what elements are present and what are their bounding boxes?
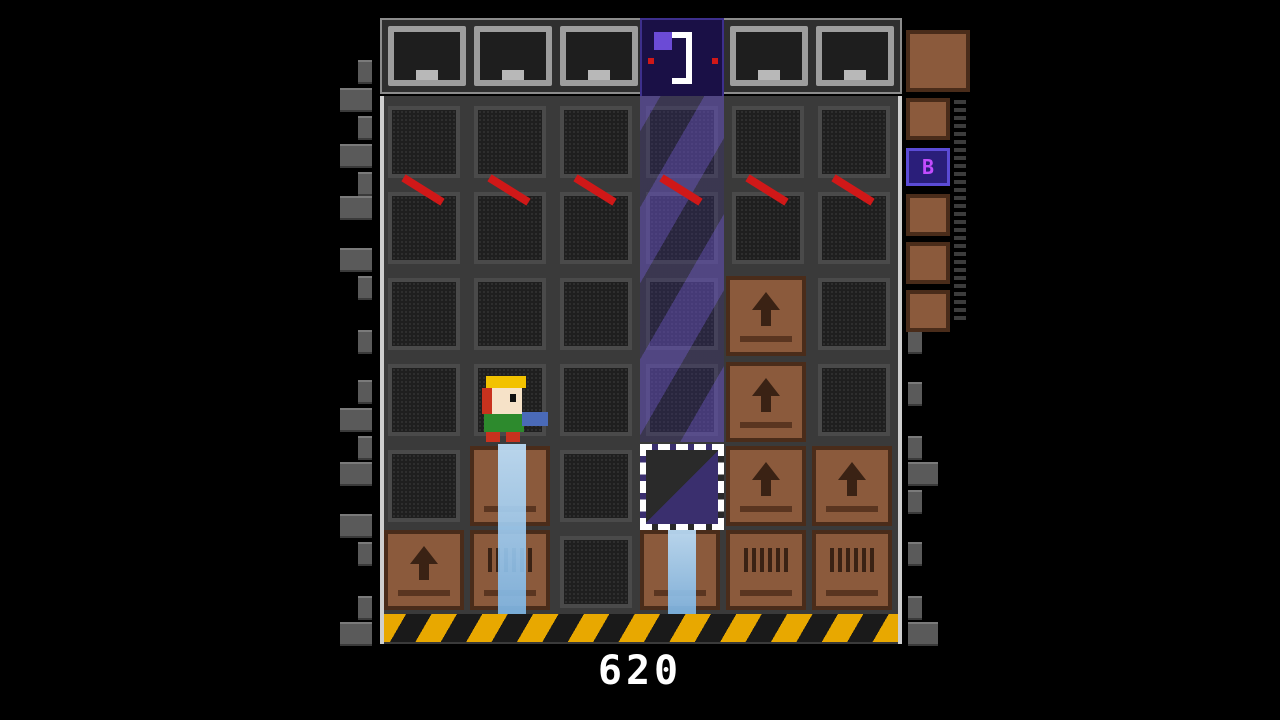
crate-block [812,530,892,610]
hazard-floor [384,614,898,642]
board-cell [560,450,632,522]
meter-tick [954,148,966,152]
meter-tick [954,164,966,168]
board-cell [560,364,632,436]
queue-crate [906,194,950,236]
barcode-icon [830,548,874,572]
meter-tick [954,140,966,144]
barcode-icon [744,548,788,572]
crate-block [812,446,892,526]
board-cell [388,278,460,350]
meter-tick [954,108,966,112]
meter-tick [954,172,966,176]
meter-tick [954,276,966,280]
meter-tick [954,100,966,104]
board-cell [388,192,460,264]
dispenser-pipe [730,26,808,86]
meter-tick [954,212,966,216]
crate-block [726,362,806,442]
queue-crate-large [906,30,970,92]
meter-tick [954,228,966,232]
meter-tick [954,316,966,320]
board-cell [560,278,632,350]
meter-tick [954,132,966,136]
board-cell [388,364,460,436]
crate-block [726,446,806,526]
meter-tick [954,196,966,200]
meter-tick [954,204,966,208]
board-cell [560,536,632,608]
board-cell [818,192,890,264]
meter-tick [954,284,966,288]
board-cell [732,106,804,178]
queue-crate [906,98,950,140]
board-cell [560,192,632,264]
meter-tick [954,244,966,248]
drop-beam [640,96,724,442]
board-cell [818,364,890,436]
board-cell [732,192,804,264]
board-cell [474,192,546,264]
meter-tick [954,252,966,256]
board-cell [818,106,890,178]
dispenser-pipe [474,26,552,86]
crate-block [726,276,806,356]
board-cell [818,278,890,350]
meter-tick [954,268,966,272]
player-character-icon [476,376,552,444]
crate-block [726,530,806,610]
board-cell [388,450,460,522]
crate-block [384,530,464,610]
board-cell [474,278,546,350]
board-cell [474,106,546,178]
queue-crate [906,290,950,332]
dispenser-pipe [816,26,894,86]
water-stream [498,444,526,614]
dispenser-pipe [388,26,466,86]
meter-tick [954,180,966,184]
meter-tick [954,220,966,224]
board-cell [388,106,460,178]
bomb-block-icon: B [906,148,950,186]
meter-tick [954,188,966,192]
meter-tick [954,300,966,304]
meter-tick [954,124,966,128]
bomb-dispenser-icon [640,18,724,102]
board-cell [560,106,632,178]
queue-crate [906,242,950,284]
meter-tick [954,236,966,240]
meter-tick [954,308,966,312]
score-counter: 620 [597,648,683,694]
water-stream [668,528,696,614]
meter-tick [954,260,966,264]
meter-tick [954,156,966,160]
drop-target-selector[interactable] [640,444,724,530]
meter-tick [954,116,966,120]
meter-tick [954,292,966,296]
dispenser-pipe [560,26,638,86]
